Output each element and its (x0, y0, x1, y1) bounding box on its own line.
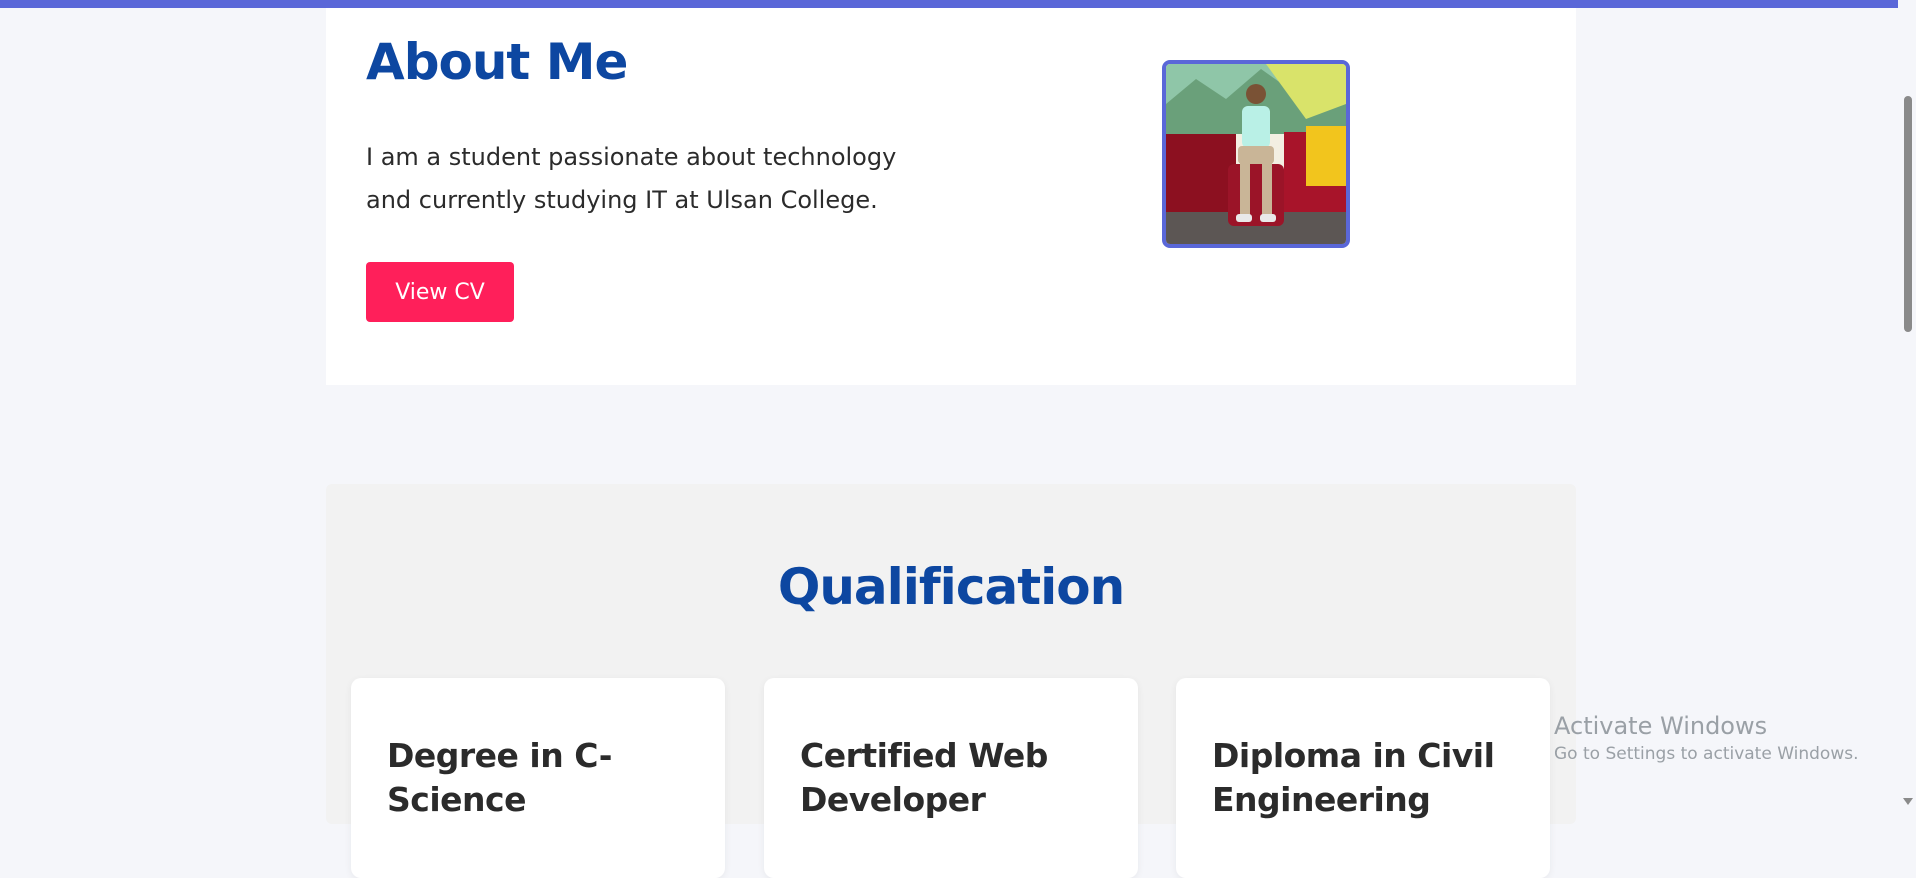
profile-photo-image (1166, 64, 1346, 244)
watermark-subtitle: Go to Settings to activate Windows. (1554, 744, 1859, 764)
vertical-scrollbar[interactable] (1898, 0, 1916, 813)
about-section: About Me I am a student passionate about… (326, 8, 1576, 385)
qualification-card-title: Diploma in Civil Engineering (1212, 736, 1495, 819)
qualification-card-title: Degree in C-Science (387, 736, 612, 819)
qualification-card: Degree in C-Science (351, 678, 725, 878)
activate-windows-watermark: Activate Windows Go to Settings to activ… (1554, 711, 1859, 767)
about-description: I am a student passionate about technolo… (366, 143, 897, 214)
scroll-down-arrow-icon[interactable] (1903, 798, 1913, 805)
top-accent-bar (0, 0, 1916, 8)
view-cv-button[interactable]: View CV (366, 262, 514, 322)
scrollbar-thumb[interactable] (1904, 96, 1912, 332)
qualification-card: Diploma in Civil Engineering (1176, 678, 1550, 878)
qualification-section: Qualification Degree in C-Science Certif… (326, 484, 1576, 878)
about-title: About Me (366, 33, 628, 91)
qualification-title: Qualification (777, 558, 1125, 616)
qualification-card-title: Certified Web Developer (800, 736, 1048, 819)
profile-photo (1162, 60, 1350, 248)
qualification-card: Certified Web Developer (764, 678, 1138, 878)
watermark-title: Activate Windows (1554, 712, 1768, 740)
